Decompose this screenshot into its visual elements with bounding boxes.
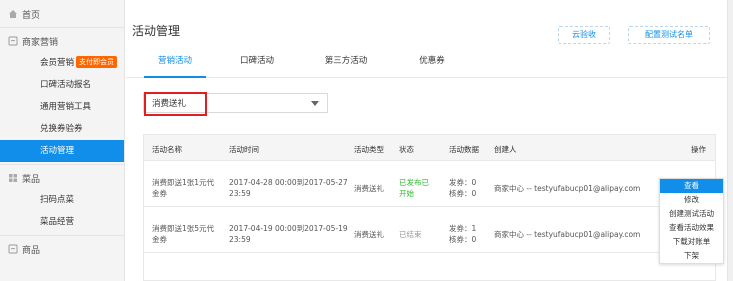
sidebar-item-label: 通用营销工具 xyxy=(40,102,92,112)
activity-type: 消费送礼 xyxy=(354,184,384,193)
col-header-creator: 创建人 xyxy=(494,145,517,154)
activity-name: 消费即送1张1元代 金券 xyxy=(152,177,214,199)
table-header: 活动名称 活动时间 活动类型 状态 活动数据 创建人 操作 xyxy=(144,135,715,161)
product-icon xyxy=(8,244,18,254)
sidebar-item-label: 口碑活动报名 xyxy=(40,80,92,90)
sidebar-item-koubei-signup[interactable]: 口碑活动报名 xyxy=(0,74,124,96)
sidebar-group-marketing[interactable]: 商家营销 xyxy=(0,30,124,52)
col-header-time: 活动时间 xyxy=(229,145,259,154)
sidebar-divider xyxy=(0,164,124,165)
sidebar-item-scan-order[interactable]: 扫码点菜 xyxy=(0,189,124,211)
activity-status: 已发布已 开始 xyxy=(399,177,429,199)
activity-name: 消费即送1张5元代 金券 xyxy=(152,223,214,245)
table-row: 消费即送1张5元代 金券 2017-04-19 00:00到2017-05-19 2… xyxy=(144,207,715,253)
col-header-name: 活动名称 xyxy=(152,145,182,154)
action-menu: 查看 修改 创建测试活动 查看活动效果 下载对账单 下架 xyxy=(659,178,724,264)
store-icon xyxy=(8,36,18,46)
tab-bar: 营销活动 口碑活动 第三方活动 优惠券 xyxy=(126,52,733,78)
activity-creator: 商家中心 -- testyufabucp01@alipay.com xyxy=(494,230,641,239)
status-line: 开始 xyxy=(399,189,414,198)
action-view-effect[interactable]: 查看活动效果 xyxy=(660,221,723,235)
tab-third-party-activities[interactable]: 第三方活动 xyxy=(314,52,378,78)
sidebar-item-label: 菜品经营 xyxy=(40,217,75,227)
sidebar-item-voucher-verify[interactable]: 兑换券验券 xyxy=(0,118,124,140)
config-test-list-button[interactable]: 配置测试名单 xyxy=(628,26,710,44)
sidebar: 首页 商家营销 会员营销 支付即会员 口碑活动报名 通用营销工具 兑换券验券 活动… xyxy=(0,0,125,281)
sidebar-group-label: 菜品 xyxy=(22,174,41,185)
activity-type: 消费送礼 xyxy=(354,230,384,239)
home-icon xyxy=(9,10,17,18)
sidebar-item-label: 活动管理 xyxy=(40,146,75,156)
main-content: 活动管理 云验收 配置测试名单 营销活动 口碑活动 第三方活动 优惠券 消费送礼… xyxy=(126,0,733,281)
sidebar-group-dishes[interactable]: 菜品 xyxy=(0,167,124,189)
issued-count: 发券：1 xyxy=(449,224,477,233)
activity-name-line: 金券 xyxy=(152,235,167,244)
sidebar-group-label: 商品 xyxy=(22,245,41,256)
sidebar-item-home[interactable]: 首页 xyxy=(0,3,124,25)
sidebar-group-products[interactable]: 商品 xyxy=(0,238,124,260)
sidebar-group-label: 商家营销 xyxy=(22,37,59,48)
col-header-data: 活动数据 xyxy=(449,145,479,154)
action-take-down[interactable]: 下架 xyxy=(660,249,723,263)
activity-table: 活动名称 活动时间 活动类型 状态 活动数据 创建人 操作 消费即送1张1元代金… xyxy=(143,134,716,281)
page-title: 活动管理 xyxy=(132,24,181,38)
activity-time-line: 23:59 xyxy=(229,235,251,244)
sidebar-home-label: 首页 xyxy=(22,10,41,21)
activity-time: 2017-04-28 00:00到2017-05-27 23:59 xyxy=(229,177,348,199)
sidebar-item-label: 扫码点菜 xyxy=(40,195,75,205)
activity-creator: 商家中心 -- testyufabucp01@alipay.com xyxy=(494,184,641,193)
activity-time-line: 2017-04-28 00:00到2017-05-27 xyxy=(229,178,348,187)
action-create-test[interactable]: 创建测试活动 xyxy=(660,207,723,221)
issued-count: 发券：0 xyxy=(449,178,477,187)
activity-data: 发券：1 核券：0 xyxy=(449,223,476,245)
scrollbar[interactable] xyxy=(727,0,733,281)
tab-coupons[interactable]: 优惠券 xyxy=(412,52,452,78)
action-view[interactable]: 查看 xyxy=(660,179,723,193)
sidebar-item-label: 会员营销 xyxy=(40,58,75,68)
grid-icon xyxy=(9,174,17,182)
pay-member-badge: 支付即会员 xyxy=(76,56,118,68)
col-header-actions: 操作 xyxy=(691,145,706,154)
col-header-type: 活动类型 xyxy=(354,145,384,154)
activity-status: 已结束 xyxy=(399,230,422,239)
sidebar-item-general-tools[interactable]: 通用营销工具 xyxy=(0,96,124,118)
sidebar-divider xyxy=(0,27,124,28)
cloud-verify-button[interactable]: 云验收 xyxy=(558,26,610,44)
activity-time-line: 2017-04-19 00:00到2017-05-19 xyxy=(229,224,348,233)
tab-koubei-activities[interactable]: 口碑活动 xyxy=(232,52,282,78)
activity-name-line: 金券 xyxy=(152,189,167,198)
activity-time: 2017-04-19 00:00到2017-05-19 23:59 xyxy=(229,223,348,245)
table-row: 消费即送1张1元代 金券 2017-04-28 00:00到2017-05-27 2… xyxy=(144,161,715,207)
action-edit[interactable]: 修改 xyxy=(660,193,723,207)
verified-count: 核券：0 xyxy=(449,235,477,244)
status-line: 已发布已 xyxy=(399,178,429,187)
activity-data: 发券：0 核券：0 xyxy=(449,177,476,199)
activity-type-select[interactable]: 消费送礼 xyxy=(143,92,328,116)
activity-name-line: 消费即送1张1元代 xyxy=(152,178,215,187)
col-header-status: 状态 xyxy=(399,145,414,154)
activity-time-line: 23:59 xyxy=(229,189,251,198)
verified-count: 核券：0 xyxy=(449,189,477,198)
sidebar-divider xyxy=(0,235,124,236)
action-download-statement[interactable]: 下载对账单 xyxy=(660,235,723,249)
sidebar-item-dish-operation[interactable]: 菜品经营 xyxy=(0,211,124,233)
sidebar-item-member-marketing[interactable]: 会员营销 支付即会员 xyxy=(0,52,124,74)
select-value: 消费送礼 xyxy=(144,92,207,116)
chevron-down-icon xyxy=(311,101,319,106)
sidebar-item-activity-management[interactable]: 活动管理 xyxy=(0,140,124,162)
tab-marketing-activities[interactable]: 营销活动 xyxy=(144,52,206,78)
activity-name-line: 消费即送1张5元代 xyxy=(152,224,215,233)
sidebar-item-label: 兑换券验券 xyxy=(40,124,83,134)
